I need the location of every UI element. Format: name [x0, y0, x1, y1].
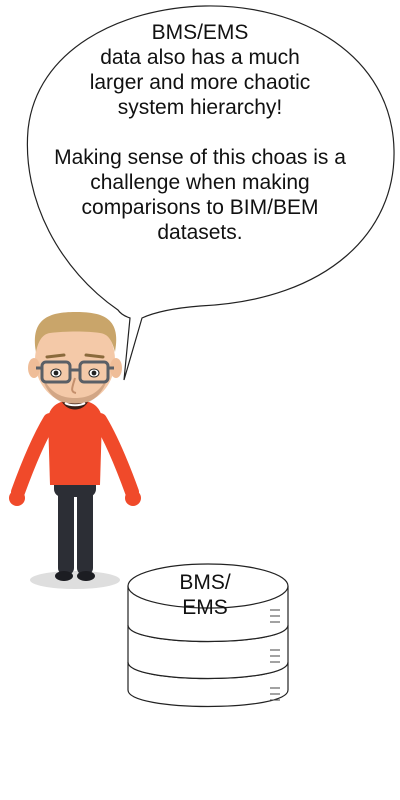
avatar-hand-left	[9, 490, 25, 506]
avatar-arm-right	[93, 413, 139, 499]
speech-line: Making sense of this choas is a	[54, 146, 346, 169]
avatar-shoe-right	[77, 571, 95, 581]
database-label-line: BMS/	[179, 571, 231, 594]
speech-line: data also has a much	[100, 46, 300, 69]
database-label-line: EMS	[182, 596, 228, 619]
avatar-shoe-left	[55, 571, 73, 581]
avatar	[9, 312, 141, 581]
avatar-shirt	[48, 400, 102, 485]
speech-line: system hierarchy!	[117, 96, 283, 119]
speech-line: larger and more chaotic	[89, 71, 311, 94]
speech-line: BMS/EMS	[151, 21, 249, 44]
avatar-arm-left	[11, 413, 57, 499]
speech-line: comparisons to BIM/BEM	[81, 196, 319, 219]
speech-line: datasets.	[157, 221, 243, 244]
speech-line: challenge when making	[90, 171, 310, 194]
speech-bubble-text: BMS/EMS data also has a much larger and …	[28, 20, 372, 245]
database-label: BMS/ EMS	[160, 570, 250, 620]
avatar-shadow	[30, 571, 120, 589]
avatar-hand-right	[125, 490, 141, 506]
